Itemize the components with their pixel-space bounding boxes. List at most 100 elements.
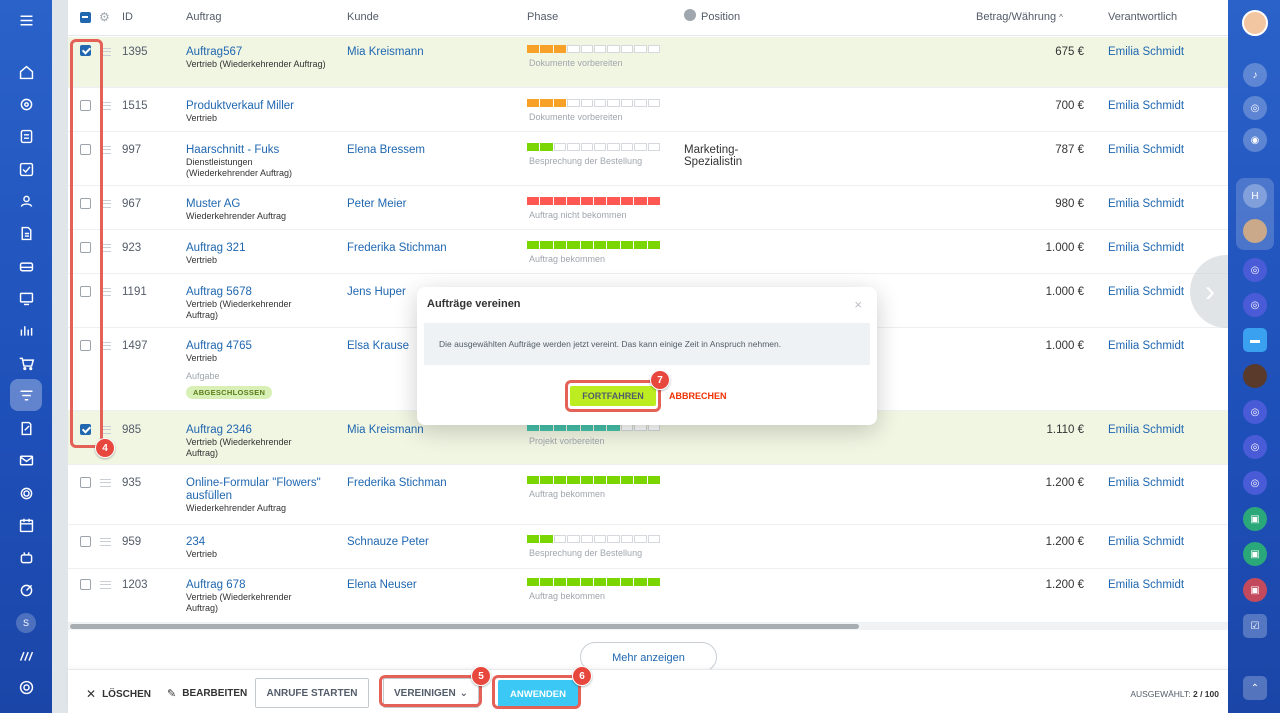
robot-icon[interactable] <box>14 545 38 569</box>
row-customer[interactable]: Elsa Krause <box>347 340 409 352</box>
phase-bar[interactable] <box>527 45 661 53</box>
row-responsible[interactable]: Emilia Schmidt <box>1108 198 1184 210</box>
col-betrag[interactable]: Betrag/Währung ^ <box>976 11 1063 23</box>
row-title[interactable]: Muster AG <box>186 198 326 211</box>
user-avatar[interactable] <box>1242 10 1268 36</box>
crm-funnel-icon[interactable] <box>10 379 42 411</box>
support-icon[interactable] <box>14 481 38 505</box>
table-row[interactable]: 997 Haarschnitt - Fuks Dienstleistungen … <box>68 132 1229 186</box>
drag-handle-icon[interactable] <box>100 538 111 546</box>
row-responsible[interactable]: Emilia Schmidt <box>1108 242 1184 254</box>
target-icon[interactable] <box>14 578 38 602</box>
table-row[interactable]: 959 234 Vertrieb Schnauze Peter Besprech… <box>68 525 1229 569</box>
tasks-icon[interactable] <box>14 157 38 181</box>
openline-icon[interactable]: ◎ <box>1243 471 1267 495</box>
calendar-icon[interactable] <box>14 513 38 537</box>
feed-icon[interactable] <box>14 124 38 148</box>
row-responsible[interactable]: Emilia Schmidt <box>1108 100 1184 112</box>
delete-button[interactable]: ✕ LÖSCHEN <box>86 687 151 701</box>
contact-avatar[interactable] <box>1243 219 1267 243</box>
marketplace-icon[interactable] <box>14 643 38 667</box>
row-responsible[interactable]: Emilia Schmidt <box>1108 144 1184 156</box>
inbox-icon[interactable] <box>14 254 38 278</box>
row-title[interactable]: Auftrag 4765 <box>186 340 326 353</box>
table-row[interactable]: 935 Online-Formular "Flowers" ausfüllen … <box>68 465 1229 525</box>
row-customer[interactable]: Elena Bressem <box>347 144 425 156</box>
select-all-checkbox[interactable] <box>80 12 91 23</box>
show-more-button[interactable]: Mehr anzeigen <box>580 642 717 672</box>
col-id[interactable]: ID <box>122 11 133 23</box>
table-row[interactable]: 967 Muster AG Wiederkehrender Auftrag Pe… <box>68 186 1229 230</box>
row-customer[interactable]: Schnauze Peter <box>347 536 429 548</box>
avatar-s-icon[interactable]: S <box>16 613 36 633</box>
cancel-button[interactable]: ABBRECHEN <box>669 391 727 401</box>
row-title[interactable]: Auftrag 5678 <box>186 286 326 299</box>
phase-bar[interactable] <box>527 578 661 586</box>
task-icon[interactable]: ☑ <box>1243 614 1267 638</box>
row-responsible[interactable]: Emilia Schmidt <box>1108 536 1184 548</box>
contacts-icon[interactable] <box>14 189 38 213</box>
horizontal-scrollbar[interactable] <box>70 624 859 629</box>
row-responsible[interactable]: Emilia Schmidt <box>1108 579 1184 591</box>
col-verantwortlich[interactable]: Verantwortlich <box>1108 11 1177 23</box>
phase-bar[interactable] <box>527 476 661 484</box>
scroll-up-icon[interactable]: ⌃ <box>1243 676 1267 700</box>
menu-icon[interactable] <box>14 8 38 32</box>
row-responsible[interactable]: Emilia Schmidt <box>1108 477 1184 489</box>
lock-icon[interactable]: ▣ <box>1243 542 1267 566</box>
activity-icon[interactable]: ◎ <box>1243 96 1267 120</box>
chat-search-icon[interactable]: ◉ <box>1243 128 1267 152</box>
drag-handle-icon[interactable] <box>100 581 111 589</box>
row-checkbox[interactable] <box>80 579 91 590</box>
drag-handle-icon[interactable] <box>100 479 111 487</box>
row-customer[interactable]: Mia Kreismann <box>347 424 424 436</box>
grid-settings-icon[interactable]: ⚙ <box>99 10 110 24</box>
lock-icon[interactable]: ▣ <box>1243 507 1267 531</box>
start-calls-button[interactable]: ANRUFE STARTEN <box>255 678 369 708</box>
edit-doc-icon[interactable] <box>14 416 38 440</box>
group-chat-icon[interactable]: H <box>1243 184 1267 208</box>
home-icon[interactable] <box>14 60 38 84</box>
documents-icon[interactable] <box>14 221 38 245</box>
row-customer[interactable]: Frederika Stichman <box>347 242 447 254</box>
bell-icon[interactable]: ♪ <box>1243 63 1267 87</box>
col-kunde[interactable]: Kunde <box>347 11 379 23</box>
row-title[interactable]: Auftrag 678 <box>186 579 326 592</box>
openline-icon[interactable]: ◎ <box>1243 258 1267 282</box>
sites-icon[interactable] <box>14 286 38 310</box>
row-responsible[interactable]: Emilia Schmidt <box>1108 424 1184 436</box>
table-row[interactable]: 1515 Produktverkauf Miller Vertrieb Doku… <box>68 88 1229 132</box>
row-customer[interactable]: Frederika Stichman <box>347 477 447 489</box>
phase-bar[interactable] <box>527 241 661 249</box>
row-responsible[interactable]: Emilia Schmidt <box>1108 340 1184 352</box>
collab-icon[interactable] <box>14 92 38 116</box>
row-checkbox[interactable] <box>80 477 91 488</box>
close-icon[interactable]: × <box>854 297 862 312</box>
edit-button[interactable]: ✎ BEARBEITEN <box>167 687 247 700</box>
mail-icon[interactable] <box>14 448 38 472</box>
row-responsible[interactable]: Emilia Schmidt <box>1108 286 1184 298</box>
lock-icon[interactable]: ▣ <box>1243 578 1267 602</box>
row-title[interactable]: Auftrag 2346 <box>186 424 326 437</box>
col-phase[interactable]: Phase <box>527 11 558 23</box>
row-customer[interactable]: Elena Neuser <box>347 579 417 591</box>
row-title[interactable]: Online-Formular "Flowers" ausfüllen <box>186 477 326 503</box>
row-customer[interactable]: Peter Meier <box>347 198 406 210</box>
openline-icon[interactable]: ◎ <box>1243 293 1267 317</box>
row-title[interactable]: Haarschnitt - Fuks <box>186 144 326 157</box>
row-title[interactable]: 234 <box>186 536 326 549</box>
row-title[interactable]: Auftrag 321 <box>186 242 326 255</box>
phase-bar[interactable] <box>527 535 661 543</box>
contact-avatar[interactable] <box>1243 364 1267 388</box>
table-row[interactable]: 923 Auftrag 321 Vertrieb Frederika Stich… <box>68 230 1229 274</box>
phase-bar[interactable] <box>527 99 661 107</box>
phase-bar[interactable] <box>527 143 661 151</box>
message-icon[interactable]: ▬ <box>1243 328 1267 352</box>
openline-icon[interactable]: ◎ <box>1243 435 1267 459</box>
analytics-icon[interactable] <box>14 318 38 342</box>
row-checkbox[interactable] <box>80 536 91 547</box>
row-customer[interactable]: Jens Huper <box>347 286 406 298</box>
row-title[interactable]: Produktverkauf Miller <box>186 100 326 113</box>
row-responsible[interactable]: Emilia Schmidt <box>1108 46 1184 58</box>
col-position[interactable]: Position <box>701 11 740 23</box>
